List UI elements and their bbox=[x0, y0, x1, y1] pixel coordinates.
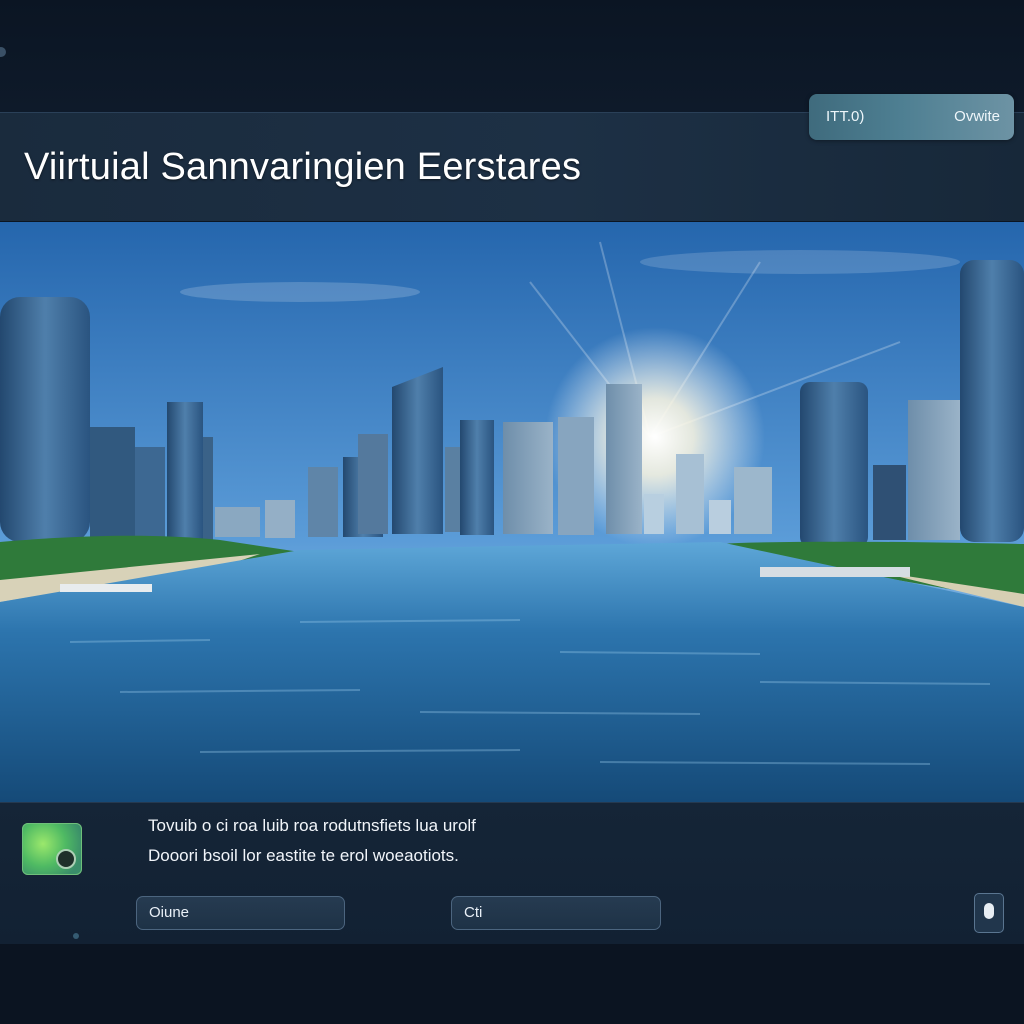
footer-description-line-2: Dooori bsoil lor eastite te erol woeaoti… bbox=[148, 846, 459, 865]
microphone-button[interactable] bbox=[974, 893, 1004, 933]
pill-left-label[interactable]: ITT.0) bbox=[826, 108, 864, 125]
top-action-pill[interactable]: ITT.0) Ovwite bbox=[809, 94, 1014, 140]
pill-right-label[interactable]: Ovwite bbox=[954, 108, 1000, 125]
page-title: Viirtuial Sannvaringien Eerstares bbox=[24, 146, 582, 188]
option-button-b[interactable]: Cti bbox=[451, 896, 661, 930]
city-waterfront-image bbox=[0, 222, 1024, 802]
indicator-dot bbox=[73, 933, 79, 939]
footer-description-line-1: Tovuib o ci roa luib roa rodutnsfiets lu… bbox=[148, 816, 476, 835]
badge-icon bbox=[56, 849, 76, 869]
microphone-icon bbox=[984, 903, 994, 919]
bottom-strip bbox=[0, 944, 1024, 1024]
landscape-app-icon[interactable] bbox=[22, 823, 82, 875]
option-button-a[interactable]: Oiune bbox=[136, 896, 345, 930]
